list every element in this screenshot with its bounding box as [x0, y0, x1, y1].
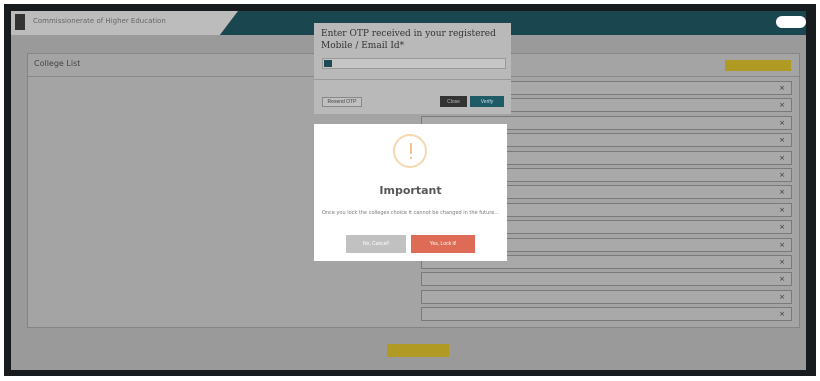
remove-icon[interactable]: × [779, 84, 785, 92]
remove-icon[interactable]: × [779, 223, 785, 231]
key-icon [324, 60, 332, 67]
important-alert-modal: Important Once you lock the colleges cho… [314, 124, 507, 261]
college-list-item: × [421, 307, 792, 322]
warning-icon-dot [410, 157, 412, 159]
remove-icon[interactable]: × [779, 241, 785, 249]
modal-title: Important [379, 184, 442, 197]
submit-button[interactable] [387, 344, 449, 357]
otp-input[interactable] [337, 59, 497, 68]
app-title: Commissionerate of Higher Education [33, 17, 166, 25]
college-list-item: × [421, 289, 792, 304]
confirm-lock-button[interactable]: Yes, Lock it! [411, 235, 475, 253]
remove-icon[interactable]: × [779, 188, 785, 196]
college-list-item: × [421, 272, 792, 287]
app-logo [15, 14, 25, 30]
otp-field [322, 58, 506, 69]
top-bar-brand-area: Commissionerate of Higher Education [11, 11, 238, 35]
remove-icon[interactable]: × [779, 119, 785, 127]
card-title: College List [34, 59, 81, 68]
remove-icon[interactable]: × [779, 154, 785, 162]
remove-icon[interactable]: × [779, 258, 785, 266]
remove-icon[interactable]: × [779, 101, 785, 109]
remove-icon[interactable]: × [779, 171, 785, 179]
verify-button[interactable]: Verify [470, 96, 504, 107]
remove-icon[interactable]: × [779, 310, 785, 318]
modal-message: Once you lock the colleges choice it can… [321, 210, 500, 216]
remove-icon[interactable]: × [779, 206, 785, 214]
warning-icon [393, 134, 427, 168]
remove-icon[interactable]: × [779, 275, 785, 283]
remove-icon[interactable]: × [779, 293, 785, 301]
resend-otp-button[interactable]: Resend OTP [322, 97, 362, 107]
remove-icon[interactable]: × [779, 136, 785, 144]
otp-divider [314, 79, 511, 80]
user-menu[interactable] [776, 16, 806, 28]
close-button[interactable]: Close [440, 96, 467, 107]
otp-dialog: Enter OTP received in your registered Mo… [314, 23, 511, 114]
warning-icon-bar [410, 143, 412, 154]
otp-dialog-title: Enter OTP received in your registered Mo… [321, 29, 496, 51]
choose-colleges-button[interactable] [725, 60, 791, 71]
cancel-button[interactable]: No, Cancel! [346, 235, 406, 253]
